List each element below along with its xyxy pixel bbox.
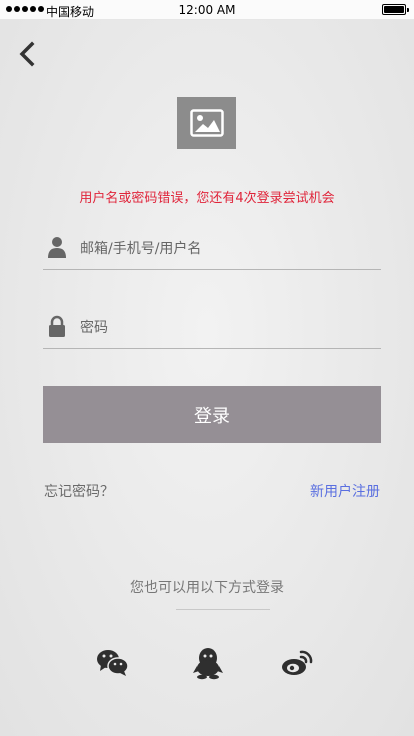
password-field xyxy=(43,311,381,349)
login-error-message: 用户名或密码错误，您还有4次登录尝试机会 xyxy=(79,191,335,206)
login-button[interactable]: 登录 xyxy=(43,386,381,443)
register-link[interactable]: 新用户注册 xyxy=(310,481,380,501)
back-button[interactable] xyxy=(14,40,42,68)
divider xyxy=(176,609,270,610)
wechat-icon xyxy=(97,650,129,676)
weibo-login-button[interactable] xyxy=(280,646,314,680)
forgot-password-link[interactable]: 忘记密码？ xyxy=(44,481,114,501)
wechat-login-button[interactable] xyxy=(96,646,130,680)
chevron-left-icon xyxy=(19,41,35,67)
status-time: 12:00 AM xyxy=(178,3,236,17)
alt-login-title: 您也可以用以下方式登录 xyxy=(130,580,284,596)
logo-image-placeholder xyxy=(177,97,236,149)
username-input[interactable] xyxy=(80,232,375,266)
qq-icon xyxy=(193,648,223,680)
username-field xyxy=(43,232,381,270)
password-input[interactable] xyxy=(80,311,375,345)
battery-icon xyxy=(382,4,409,15)
status-bar: 中国移动 12:00 AM xyxy=(0,0,414,20)
lock-icon xyxy=(49,315,65,337)
qq-login-button[interactable] xyxy=(191,646,225,680)
user-icon xyxy=(48,237,66,258)
image-icon xyxy=(189,109,224,137)
weibo-icon xyxy=(282,650,313,675)
